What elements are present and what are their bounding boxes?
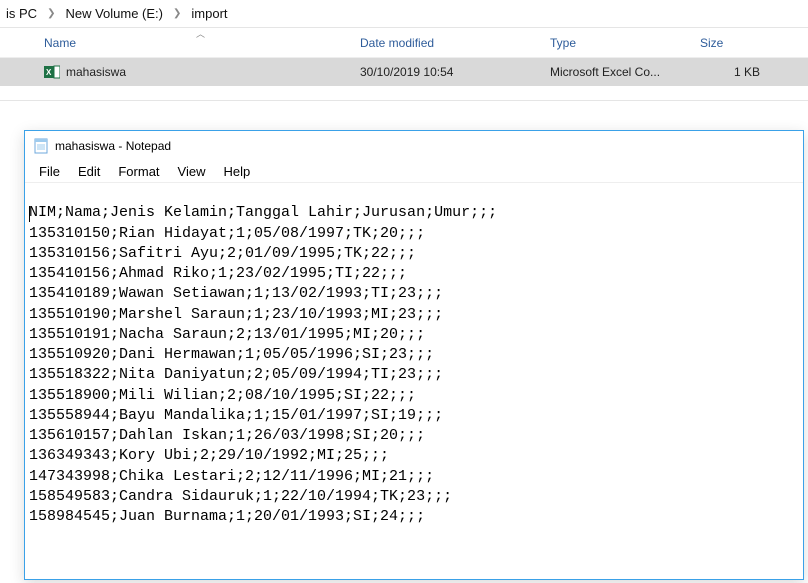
text-line: 135510191;Nacha Saraun;2;13/01/1995;MI;2… [29, 326, 425, 343]
menubar: File Edit Format View Help [25, 161, 803, 183]
text-line: NIM;Nama;Jenis Kelamin;Tanggal Lahir;Jur… [29, 204, 497, 221]
text-line: 135410156;Ahmad Riko;1;23/02/1995;TI;22;… [29, 265, 407, 282]
breadcrumb-item[interactable]: is PC [2, 6, 41, 21]
chevron-right-icon: ❯ [41, 8, 61, 19]
file-size: 1 KB [700, 65, 760, 79]
text-line: 158984545;Juan Burnama;1;20/01/1993;SI;2… [29, 508, 425, 525]
sort-ascending-icon: ︿ [196, 27, 205, 40]
text-line: 135510920;Dani Hermawan;1;05/05/1996;SI;… [29, 346, 434, 363]
menu-view[interactable]: View [170, 162, 214, 181]
menu-edit[interactable]: Edit [70, 162, 108, 181]
notepad-icon [33, 138, 49, 154]
text-line: 135518322;Nita Daniyatun;2;05/09/1994;TI… [29, 366, 443, 383]
text-line: 147343998;Chika Lestari;2;12/11/1996;MI;… [29, 468, 434, 485]
column-header-type[interactable]: Type [550, 36, 700, 50]
text-line: 135410189;Wawan Setiawan;1;13/02/1993;TI… [29, 285, 443, 302]
text-line: 135310150;Rian Hidayat;1;05/08/1997;TK;2… [29, 225, 425, 242]
menu-help[interactable]: Help [215, 162, 258, 181]
window-title: mahasiswa - Notepad [55, 139, 171, 153]
titlebar[interactable]: mahasiswa - Notepad [25, 131, 803, 161]
notepad-window: mahasiswa - Notepad File Edit Format Vie… [24, 130, 804, 580]
text-line: 135510190;Marshel Saraun;1;23/10/1993;MI… [29, 306, 443, 323]
column-headers: Name ︿ Date modified Type Size [0, 28, 808, 58]
text-line: 158549583;Candra Sidauruk;1;22/10/1994;T… [29, 488, 452, 505]
menu-format[interactable]: Format [110, 162, 167, 181]
column-header-name[interactable]: Name ︿ [0, 36, 360, 50]
text-line: 136349343;Kory Ubi;2;29/10/1992;MI;25;;; [29, 447, 389, 464]
chevron-right-icon: ❯ [167, 8, 187, 19]
file-type: Microsoft Excel Co... [550, 65, 700, 79]
column-header-label: Name [44, 36, 76, 50]
column-header-size[interactable]: Size [700, 36, 760, 50]
file-list: Name ︿ Date modified Type Size X mahasis… [0, 28, 808, 100]
breadcrumb-item[interactable]: import [187, 6, 231, 21]
breadcrumb-item[interactable]: New Volume (E:) [61, 6, 167, 21]
text-line: 135610157;Dahlan Iskan;1;26/03/1998;SI;2… [29, 427, 425, 444]
file-row[interactable]: X mahasiswa 30/10/2019 10:54 Microsoft E… [0, 58, 808, 86]
text-line: 135518900;Mili Wilian;2;08/10/1995;SI;22… [29, 387, 416, 404]
column-header-date[interactable]: Date modified [360, 36, 550, 50]
file-explorer: is PC ❯ New Volume (E:) ❯ import Name ︿ … [0, 0, 808, 101]
text-line: 135310156;Safitri Ayu;2;01/09/1995;TK;22… [29, 245, 416, 262]
text-content[interactable]: NIM;Nama;Jenis Kelamin;Tanggal Lahir;Jur… [25, 183, 803, 527]
svg-text:X: X [46, 68, 52, 77]
breadcrumb[interactable]: is PC ❯ New Volume (E:) ❯ import [0, 0, 808, 28]
text-line: 135558944;Bayu Mandalika;1;15/01/1997;SI… [29, 407, 443, 424]
file-name: mahasiswa [66, 65, 126, 79]
excel-file-icon: X [44, 64, 60, 80]
menu-file[interactable]: File [31, 162, 68, 181]
file-date: 30/10/2019 10:54 [360, 65, 550, 79]
